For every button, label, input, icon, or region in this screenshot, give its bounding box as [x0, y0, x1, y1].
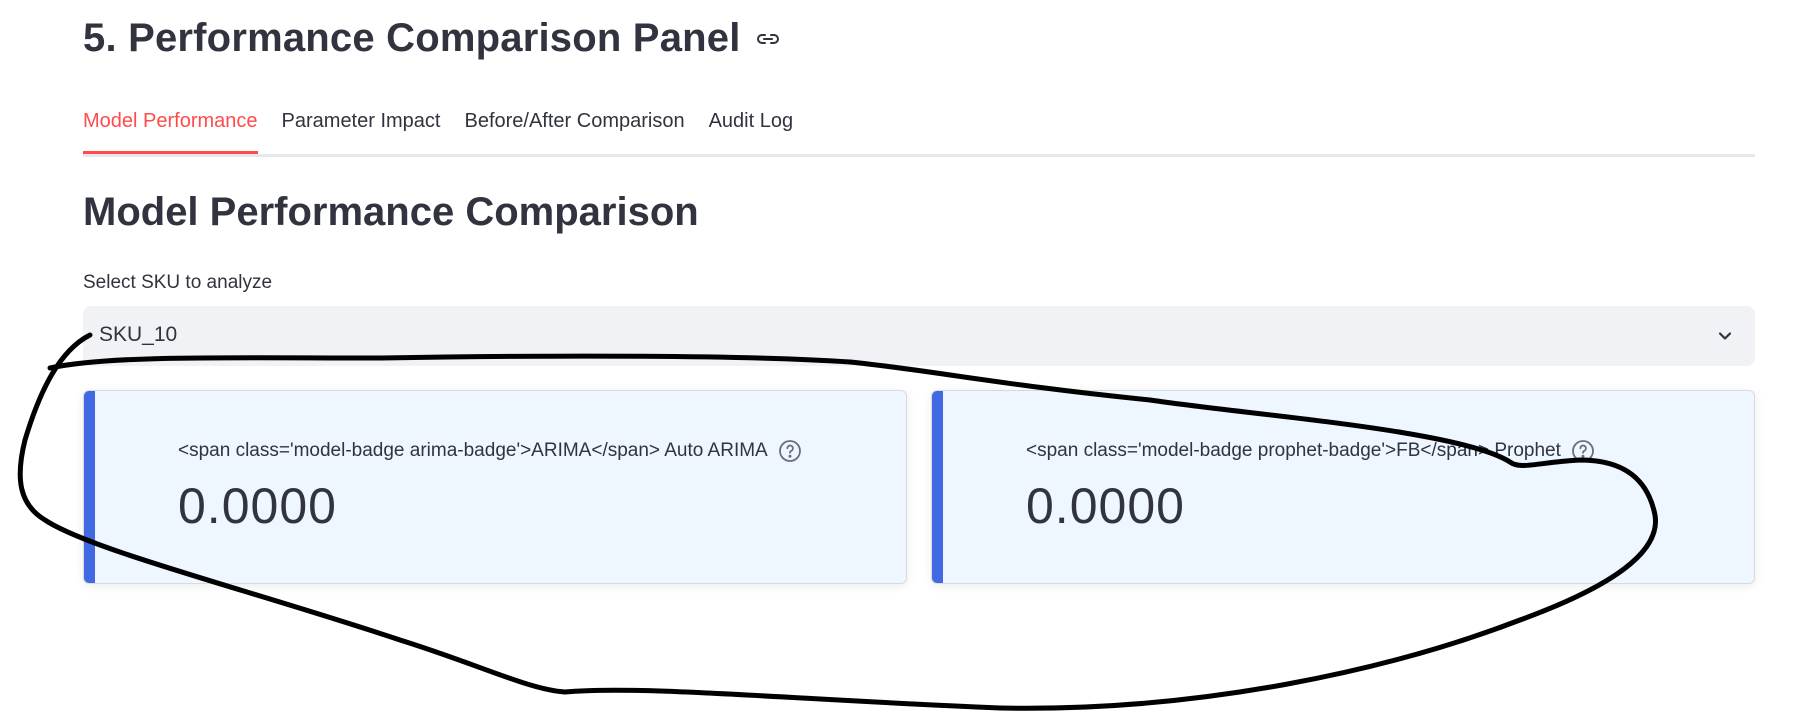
page-title: Model Performance Comparison [83, 190, 699, 234]
tab-before-after-comparison[interactable]: Before/After Comparison [464, 104, 684, 151]
page: 5. Performance Comparison Panel Model Pe… [0, 0, 1806, 715]
metric-value: 0.0000 [178, 478, 337, 534]
section-header: 5. Performance Comparison Panel [83, 16, 781, 61]
metric-label-text: <span class='model-badge arima-badge'>AR… [178, 440, 768, 461]
link-icon[interactable] [755, 29, 781, 49]
section-title: 5. Performance Comparison Panel [83, 16, 741, 60]
help-circle-icon[interactable] [778, 439, 802, 463]
metric-value: 0.0000 [1026, 478, 1185, 534]
tab-audit-log[interactable]: Audit Log [709, 104, 794, 151]
tab-model-performance[interactable]: Model Performance [83, 104, 258, 154]
metric-card-prophet: <span class='model-badge prophet-badge'>… [931, 390, 1755, 584]
metric-label-text: <span class='model-badge prophet-badge'>… [1026, 440, 1561, 461]
sku-select-label: Select SKU to analyze [83, 272, 273, 293]
help-circle-icon[interactable] [1571, 439, 1595, 463]
sku-select[interactable]: SKU_10 [83, 306, 1755, 366]
tab-parameter-impact[interactable]: Parameter Impact [282, 104, 441, 151]
card-accent-bar [932, 391, 943, 583]
tab-bar: Model Performance Parameter Impact Befor… [83, 104, 1755, 157]
card-accent-bar [84, 391, 95, 583]
metric-label: <span class='model-badge arima-badge'>AR… [178, 439, 802, 463]
chevron-down-icon [1715, 326, 1735, 346]
metric-label: <span class='model-badge prophet-badge'>… [1026, 439, 1595, 463]
sku-select-value: SKU_10 [99, 323, 178, 346]
metric-card-arima: <span class='model-badge arima-badge'>AR… [83, 390, 907, 584]
